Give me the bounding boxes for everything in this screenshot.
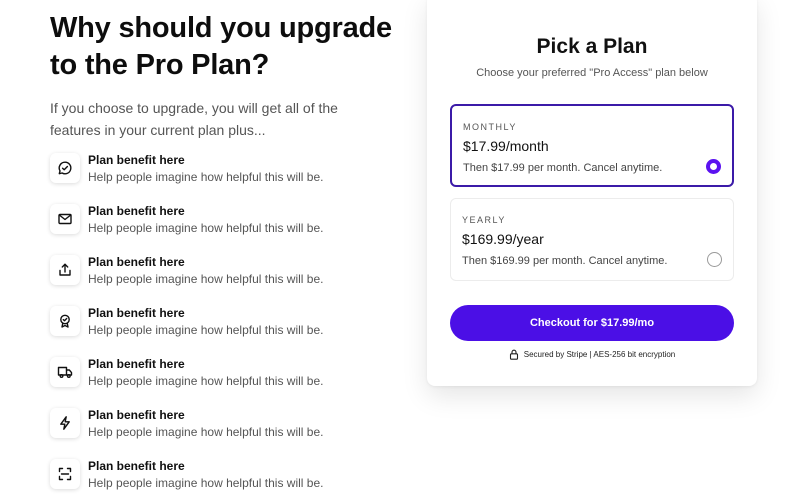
plan-option-label: MONTHLY [463,122,517,132]
benefit-title: Plan benefit here [88,408,185,422]
benefit-description: Help people imagine how helpful this wil… [88,272,324,286]
chat-bubble-check-icon [50,153,80,183]
lightning-icon [50,408,80,438]
benefit-description: Help people imagine how helpful this wil… [88,323,324,337]
security-note: Secured by Stripe | AES-256 bit encrypti… [427,349,757,360]
benefit-item: Plan benefit here Help people imagine ho… [50,305,350,341]
benefit-description: Help people imagine how helpful this wil… [88,476,324,490]
benefit-item: Plan benefit here Help people imagine ho… [50,203,350,239]
plan-option-note: Then $17.99 per month. Cancel anytime. [463,162,663,174]
benefit-title: Plan benefit here [88,153,185,167]
benefit-title: Plan benefit here [88,306,185,320]
radio-selected-icon[interactable] [706,159,721,174]
benefit-item: Plan benefit here Help people imagine ho… [50,254,350,290]
benefit-item: Plan benefit here Help people imagine ho… [50,152,350,188]
plan-picker-subtitle: Choose your preferred "Pro Access" plan … [476,67,708,79]
benefit-item: Plan benefit here Help people imagine ho… [50,356,350,392]
plan-option-price: $17.99/month [463,138,549,154]
benefit-title: Plan benefit here [88,459,185,473]
page-title: Why should you upgrade to the Pro Plan? [50,12,392,81]
plan-picker-card: Pick a Plan Choose your preferred "Pro A… [427,0,757,386]
security-text: Secured by Stripe | AES-256 bit encrypti… [523,350,676,359]
plan-option-yearly[interactable]: YEARLY $169.99/year Then $169.99 per mon… [450,198,734,281]
upgrade-page: Why should you upgrade to the Pro Plan? … [0,0,800,500]
share-upload-icon [50,255,80,285]
benefit-item: Plan benefit here Help people imagine ho… [50,458,350,494]
benefit-description: Help people imagine how helpful this wil… [88,425,324,439]
upgrade-intro: Why should you upgrade to the Pro Plan? … [50,10,410,141]
plan-option-price: $169.99/year [462,231,544,247]
plan-picker-title: Pick a Plan [536,35,648,58]
benefit-item: Plan benefit here Help people imagine ho… [50,407,350,443]
checkout-button[interactable]: Checkout for $17.99/mo [450,305,734,341]
benefit-description: Help people imagine how helpful this wil… [88,374,324,388]
plan-option-label: YEARLY [462,215,506,225]
lock-icon [509,349,518,360]
benefit-description: Help people imagine how helpful this wil… [88,170,324,184]
scan-icon [50,459,80,489]
plan-option-note: Then $169.99 per month. Cancel anytime. [462,255,668,267]
truck-icon [50,357,80,387]
intro-text: If you choose to upgrade, you will get a… [50,100,338,138]
mail-icon [50,204,80,234]
badge-check-icon [50,306,80,336]
benefit-title: Plan benefit here [88,204,185,218]
benefit-title: Plan benefit here [88,255,185,269]
radio-unselected-icon[interactable] [707,252,722,267]
benefit-description: Help people imagine how helpful this wil… [88,221,324,235]
benefit-title: Plan benefit here [88,357,185,371]
plan-option-monthly[interactable]: MONTHLY $17.99/month Then $17.99 per mon… [450,104,734,187]
